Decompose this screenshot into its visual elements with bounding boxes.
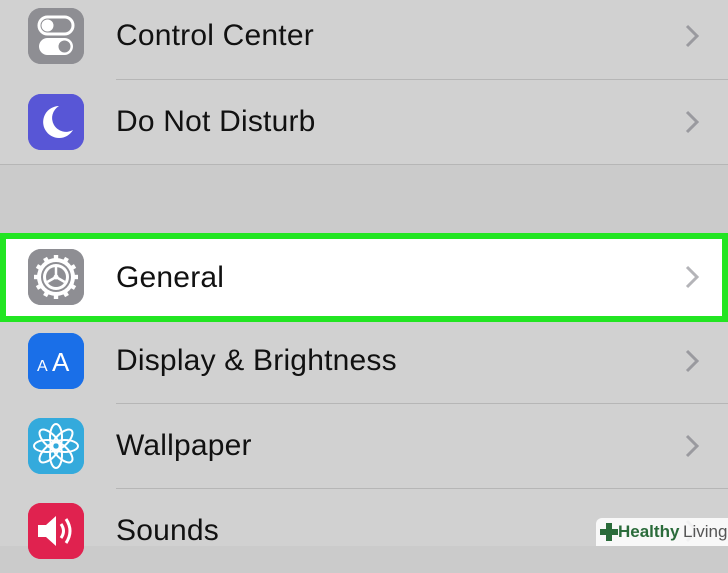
speaker-icon bbox=[28, 503, 84, 559]
chevron-right-icon bbox=[685, 110, 700, 134]
settings-group-2: A A Display & Brightness Wallpaper Sound… bbox=[0, 319, 728, 559]
display-brightness-row[interactable]: A A Display & Brightness bbox=[0, 319, 728, 403]
plus-cross-icon bbox=[600, 523, 618, 541]
general-label: General bbox=[116, 261, 225, 294]
watermark-text-light: Living bbox=[683, 522, 728, 541]
chevron-right-icon bbox=[685, 434, 700, 458]
flower-icon bbox=[28, 418, 84, 474]
control-center-label: Control Center bbox=[116, 19, 314, 52]
text-size-icon: A A bbox=[28, 333, 84, 389]
chevron-right-icon bbox=[685, 349, 700, 373]
moon-icon bbox=[28, 94, 84, 150]
sounds-label: Sounds bbox=[116, 514, 219, 547]
wallpaper-row[interactable]: Wallpaper bbox=[0, 404, 728, 488]
wallpaper-label: Wallpaper bbox=[116, 429, 252, 462]
general-row-highlight[interactable]: General bbox=[0, 233, 728, 322]
general-row[interactable]: General bbox=[0, 233, 728, 322]
chevron-right-icon bbox=[685, 24, 700, 48]
settings-group-1: Control Center Do Not Disturb bbox=[0, 0, 728, 164]
watermark: Healthy Living bbox=[596, 518, 728, 546]
control-center-row[interactable]: Control Center bbox=[0, 0, 728, 78]
do-not-disturb-row[interactable]: Do Not Disturb bbox=[0, 80, 728, 164]
do-not-disturb-label: Do Not Disturb bbox=[116, 105, 316, 138]
group-separator bbox=[0, 164, 728, 165]
control-center-icon bbox=[28, 8, 84, 64]
svg-text:A: A bbox=[37, 358, 48, 375]
svg-text:A: A bbox=[52, 347, 70, 377]
chevron-right-icon bbox=[685, 265, 700, 289]
gear-icon bbox=[28, 249, 84, 305]
watermark-text-bold: Healthy bbox=[618, 522, 680, 541]
display-brightness-label: Display & Brightness bbox=[116, 344, 397, 377]
